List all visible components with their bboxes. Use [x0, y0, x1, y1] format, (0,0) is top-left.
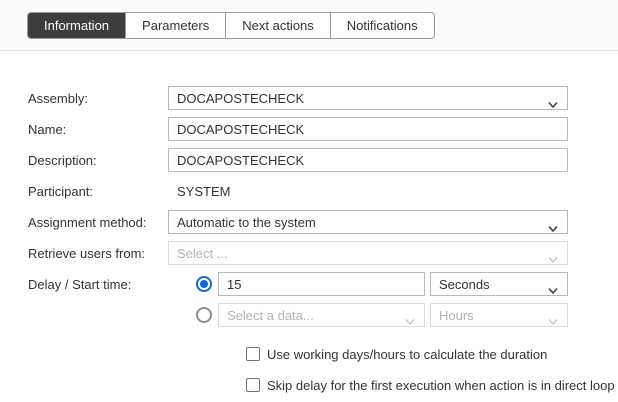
chevron-down-icon: [548, 96, 558, 111]
delay-duration-row: Delay / Start time: Seconds: [28, 272, 618, 296]
working-days-checkbox-label: Use working days/hours to calculate the …: [267, 347, 547, 362]
delay-data-unit-select: Hours: [430, 303, 568, 327]
delay-data-select-placeholder: Select a data...: [227, 308, 314, 323]
assignment-method-row: Assignment method: Automatic to the syst…: [28, 210, 618, 234]
tab-notifications[interactable]: Notifications: [330, 13, 434, 38]
delay-duration-unit-value: Seconds: [439, 277, 490, 292]
description-input[interactable]: [168, 148, 568, 172]
name-input[interactable]: [168, 117, 568, 141]
participant-value: SYSTEM: [177, 184, 230, 199]
description-row: Description:: [28, 148, 618, 172]
tab-next-actions[interactable]: Next actions: [225, 13, 330, 38]
delay-data-row: Select a data... Hours: [28, 303, 618, 327]
delay-data-select: Select a data...: [218, 303, 425, 327]
retrieve-users-select: Select ...: [168, 241, 568, 265]
chevron-down-icon: [548, 251, 558, 266]
assignment-method-select[interactable]: Automatic to the system: [168, 210, 568, 234]
participant-row: Participant: SYSTEM: [28, 179, 618, 203]
delay-duration-unit-select[interactable]: Seconds: [430, 272, 568, 296]
chevron-down-icon: [548, 313, 558, 328]
assembly-row: Assembly: DOCAPOSTECHECK: [28, 86, 618, 110]
tab-group: Information Parameters Next actions Noti…: [27, 12, 435, 39]
delay-data-unit-value: Hours: [439, 308, 474, 323]
participant-label: Participant:: [28, 184, 168, 199]
name-label: Name:: [28, 122, 168, 137]
tab-parameters[interactable]: Parameters: [125, 13, 225, 38]
skip-delay-checkbox[interactable]: [246, 378, 260, 392]
delay-start-time-label: Delay / Start time:: [28, 277, 168, 292]
retrieve-users-row: Retrieve users from: Select ...: [28, 241, 618, 265]
skip-delay-checkbox-row: Skip delay for the first execution when …: [246, 373, 618, 397]
delay-duration-input[interactable]: [218, 272, 425, 296]
tab-bar: Information Parameters Next actions Noti…: [0, 0, 618, 51]
tab-information[interactable]: Information: [28, 13, 125, 38]
working-days-checkbox-row: Use working days/hours to calculate the …: [246, 342, 618, 366]
description-label: Description:: [28, 153, 168, 168]
delay-duration-radio[interactable]: [196, 276, 212, 292]
assignment-method-select-value: Automatic to the system: [177, 215, 316, 230]
assembly-label: Assembly:: [28, 91, 168, 106]
assembly-select[interactable]: DOCAPOSTECHECK: [168, 86, 568, 110]
working-days-checkbox[interactable]: [246, 347, 260, 361]
retrieve-users-select-placeholder: Select ...: [177, 246, 228, 261]
delay-data-radio[interactable]: [196, 307, 212, 323]
skip-delay-checkbox-label: Skip delay for the first execution when …: [267, 378, 615, 393]
name-row: Name:: [28, 117, 618, 141]
chevron-down-icon: [548, 282, 558, 297]
chevron-down-icon: [405, 313, 415, 328]
information-form: Assembly: DOCAPOSTECHECK Name: Descripti…: [0, 51, 618, 397]
assignment-method-label: Assignment method:: [28, 215, 168, 230]
assembly-select-value: DOCAPOSTECHECK: [177, 91, 304, 106]
chevron-down-icon: [548, 220, 558, 235]
retrieve-users-label: Retrieve users from:: [28, 246, 168, 261]
action-properties-panel: Information Parameters Next actions Noti…: [0, 0, 618, 402]
